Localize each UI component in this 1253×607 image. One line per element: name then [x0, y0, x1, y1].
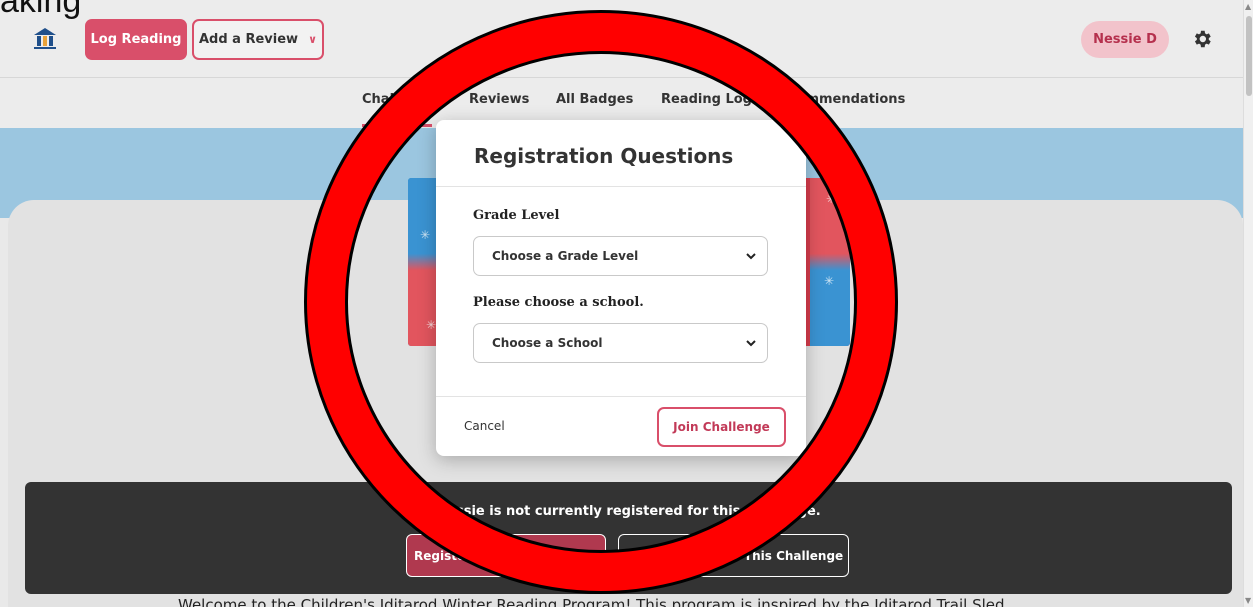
tab-recommendations[interactable]: Recommendations [770, 92, 905, 107]
divider [436, 396, 806, 397]
scroll-up-icon[interactable]: ▲ [1245, 2, 1251, 11]
tab-challenges[interactable]: Challenges [362, 92, 442, 127]
page-scrollbar[interactable]: ▲ ▼ [1243, 0, 1253, 607]
tab-reading-log[interactable]: Reading Log [661, 92, 752, 107]
welcome-text: Welcome to the Children's Iditarod Winte… [178, 596, 1005, 607]
join-challenge-button[interactable]: Join Challenge [657, 407, 786, 447]
snowflake-icon: ✳ [420, 228, 431, 242]
registration-bar: Nessie is not currently registered for t… [25, 482, 1232, 594]
chevron-down-icon: ∨ [308, 33, 318, 46]
partial-heading-text: aking [0, 0, 82, 20]
scrollbar-thumb[interactable] [1246, 16, 1252, 96]
registration-modal: Registration Questions Grade Level Choos… [436, 120, 806, 456]
snowflake-icon: ✳ [825, 192, 836, 206]
chevron-down-icon [746, 253, 756, 260]
grade-level-select[interactable]: Choose a Grade Level [473, 236, 768, 276]
modal-title: Registration Questions [474, 144, 734, 168]
snowflake-icon: ✳ [426, 318, 437, 332]
add-review-label: Add a Review [198, 32, 299, 47]
cancel-button[interactable]: Cancel [464, 419, 505, 433]
log-reading-button[interactable]: Log Reading [85, 19, 187, 60]
snowflake-icon: ✳ [823, 274, 834, 288]
divider [436, 186, 806, 187]
gear-icon[interactable] [1191, 28, 1213, 50]
add-review-button[interactable]: Add a Review ∨ [192, 19, 324, 60]
library-logo-icon[interactable] [34, 28, 56, 54]
scroll-down-icon[interactable]: ▼ [1245, 596, 1251, 605]
user-menu-button[interactable]: Nessie D [1081, 21, 1169, 58]
registration-message: Nessie is not currently registered for t… [436, 504, 821, 519]
grade-level-label: Grade Level [473, 208, 560, 223]
tab-reviews[interactable]: Reviews [469, 92, 529, 107]
not-interested-button[interactable]: Not Interested In This Challenge [618, 534, 849, 577]
chevron-down-icon [746, 340, 756, 347]
header: Log Reading Add a Review ∨ Nessie D [0, 0, 1253, 78]
tab-all-badges[interactable]: All Badges [556, 92, 633, 107]
school-select[interactable]: Choose a School [473, 323, 768, 363]
grade-level-value: Choose a Grade Level [492, 249, 639, 263]
school-value: Choose a School [492, 336, 603, 350]
school-label: Please choose a school. [473, 295, 644, 310]
register-button[interactable]: Register for This Challenge [406, 534, 606, 577]
